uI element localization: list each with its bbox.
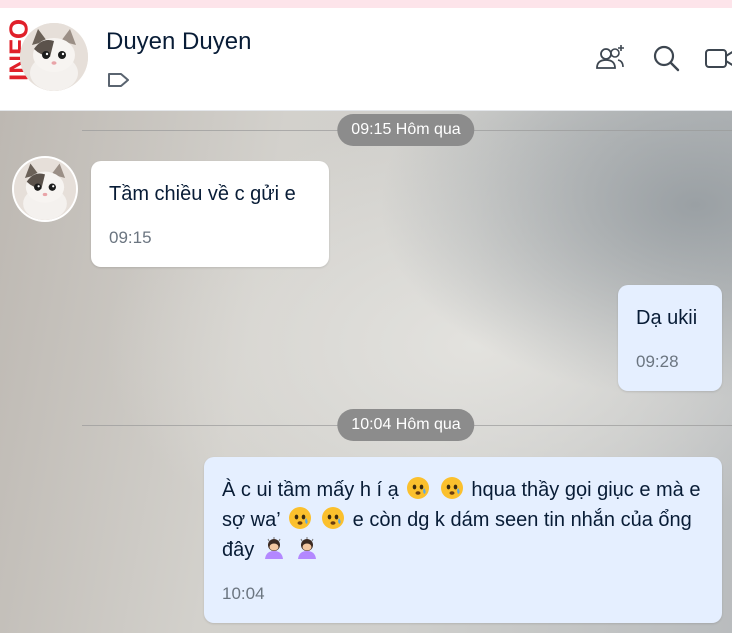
video-call-icon[interactable]	[704, 42, 732, 74]
sender-avatar[interactable]	[14, 158, 76, 220]
contact-avatar[interactable]	[20, 23, 88, 91]
worried-face-emoji	[440, 477, 463, 499]
contact-name[interactable]: Duyen Duyen	[106, 28, 251, 56]
tag-icon[interactable]	[106, 70, 132, 90]
outgoing-message[interactable]: Dạ ukii 09:28	[618, 285, 722, 391]
person-bowing-emoji	[264, 537, 283, 559]
time-divider: 10:04 Hôm qua	[337, 409, 475, 441]
worried-face-emoji	[288, 507, 311, 529]
chat-message-list[interactable]: 09:15 Hôm qua Tầm chiều về c gửi e 09:15…	[0, 111, 732, 633]
chat-header: INFO Duyen Duyen	[0, 8, 732, 111]
window-top-border	[0, 0, 732, 8]
message-text: Dạ ukii	[636, 307, 698, 329]
message-time: 09:28	[636, 352, 679, 371]
person-bowing-emoji	[298, 537, 317, 559]
time-divider: 09:15 Hôm qua	[337, 114, 475, 146]
outgoing-message[interactable]: À c ui tầm mấy h í ạ hqua thầy gọi giục …	[204, 457, 722, 623]
search-icon[interactable]	[650, 42, 682, 74]
worried-face-emoji	[407, 477, 430, 499]
message-text: À c ui tầm mấy h í ạ hqua thầy gọi giục …	[222, 475, 704, 565]
message-time: 09:15	[109, 228, 152, 247]
message-time: 10:04	[222, 584, 265, 603]
message-text: Tầm chiều về c gửi e	[109, 183, 296, 205]
incoming-message[interactable]: Tầm chiều về c gửi e 09:15	[91, 161, 329, 267]
add-group-icon[interactable]	[594, 42, 626, 74]
worried-face-emoji	[322, 507, 345, 529]
